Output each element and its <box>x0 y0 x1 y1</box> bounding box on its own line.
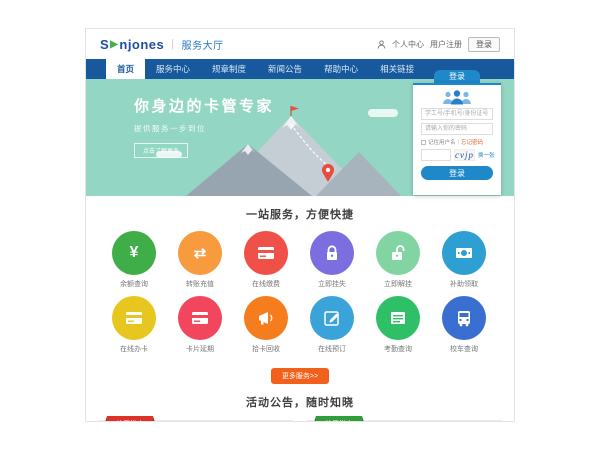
service-balance[interactable]: ¥ 余额查询 <box>101 231 167 289</box>
panel-header: 使用指南 更多>> <box>307 420 502 422</box>
logo-arrow-icon: ▶ <box>110 39 118 50</box>
password-input[interactable] <box>421 123 493 135</box>
service-label: 转账充值 <box>167 279 233 289</box>
captcha-image[interactable]: cvjp <box>454 149 475 161</box>
service-card-renewal[interactable]: 卡片延期 <box>167 296 233 354</box>
tab-usage-guide[interactable]: 使用指南 <box>316 416 362 422</box>
service-label: 卡片延期 <box>167 344 233 354</box>
guide-panel-left: 使用指南 最新公告 更多>> <box>98 420 293 422</box>
service-label: 立即挂失 <box>299 279 365 289</box>
user-icon <box>377 40 386 49</box>
guide-panel-right: 使用指南 更多>> <box>307 420 502 422</box>
hero-copy: 你身边的卡管专家 提供服务一步到位 点击了解更多 <box>134 95 274 158</box>
login-form: 记住用户名 | 忘记密码 cvjp 换一张 登录 <box>413 83 501 195</box>
topbar-links: 个人中心 用户注册 登录 <box>377 37 500 52</box>
list-icon <box>388 308 408 328</box>
logo-divider: | <box>171 38 174 50</box>
synjones-logo[interactable]: S▶njones | 服务大厅 <box>100 37 224 52</box>
top-login-button[interactable]: 登录 <box>468 37 500 52</box>
site-page: S▶njones | 服务大厅 个人中心 用户注册 登录 首页 服务中心 规章制… <box>85 28 515 422</box>
services-grid: ¥ 余额查询 ⇄ 转账充值 在线缴费 立即挂失 <box>101 231 499 361</box>
login-panel: 登录 记住用户名 | 忘记密码 cvjp 换一张 <box>413 70 501 195</box>
user-register-link[interactable]: 用户注册 <box>430 39 462 50</box>
service-unreport-loss[interactable]: 立即解挂 <box>365 231 431 289</box>
tab-usage-guide[interactable]: 使用指南 <box>107 416 153 422</box>
remember-checkbox[interactable] <box>421 140 426 145</box>
remember-label: 记住用户名 <box>428 138 456 146</box>
topbar: S▶njones | 服务大厅 个人中心 用户注册 登录 <box>86 29 514 59</box>
announcements-title: 活动公告，随时知晓 <box>86 394 514 410</box>
hero-title: 你身边的卡管专家 <box>134 95 274 116</box>
nav-item-help-center[interactable]: 帮助中心 <box>313 59 369 79</box>
login-tab[interactable]: 登录 <box>434 70 480 83</box>
service-transfer[interactable]: ⇄ 转账充值 <box>167 231 233 289</box>
login-submit-button[interactable]: 登录 <box>421 166 493 180</box>
service-attendance[interactable]: 考勤查询 <box>365 296 431 354</box>
captcha-input[interactable] <box>421 149 451 161</box>
bus-icon <box>454 308 474 328</box>
service-label: 在线办卡 <box>101 344 167 354</box>
personal-center-link[interactable]: 个人中心 <box>392 39 424 50</box>
announcements-section: 活动公告，随时知晓 使用指南 最新公告 更多>> 使用指南 更多>> <box>86 394 514 422</box>
unlock-icon <box>388 243 408 263</box>
bank-card-icon <box>190 308 210 328</box>
bank-card-icon <box>124 308 144 328</box>
nav-item-service-center[interactable]: 服务中心 <box>145 59 201 79</box>
nav-item-news[interactable]: 新闻公告 <box>257 59 313 79</box>
account-input[interactable] <box>421 108 493 120</box>
service-label: 校车查询 <box>431 344 497 354</box>
logo-text: njones <box>119 37 164 52</box>
service-label: 余额查询 <box>101 279 167 289</box>
service-apply-card[interactable]: 在线办卡 <box>101 296 167 354</box>
service-label: 在线预订 <box>299 344 365 354</box>
service-label: 立即解挂 <box>365 279 431 289</box>
hero-cta-button[interactable]: 点击了解更多 <box>134 143 188 158</box>
service-subsidy[interactable]: 补助领取 <box>431 231 497 289</box>
hero-subtitle: 提供服务一步到位 <box>134 123 274 134</box>
yen-icon: ¥ <box>130 245 139 261</box>
nav-item-regulations[interactable]: 规章制度 <box>201 59 257 79</box>
site-subtitle: 服务大厅 <box>182 37 224 52</box>
logo-text: S <box>100 37 109 52</box>
service-bus[interactable]: 校车查询 <box>431 296 497 354</box>
service-payment[interactable]: 在线缴费 <box>233 231 299 289</box>
service-label: 补助领取 <box>431 279 497 289</box>
service-label: 在线缴费 <box>233 279 299 289</box>
services-section: 一站服务，方便快捷 ¥ 余额查询 ⇄ 转账充值 在线缴费 立即挂失 <box>86 206 514 384</box>
users-group-icon <box>440 89 474 105</box>
panel-header: 使用指南 最新公告 更多>> <box>98 420 293 422</box>
remember-row: 记住用户名 | 忘记密码 <box>421 138 493 146</box>
forgot-password-link[interactable]: 忘记密码 <box>461 138 483 146</box>
transfer-icon: ⇄ <box>194 246 207 261</box>
service-card-recycle[interactable]: 拾卡回收 <box>233 296 299 354</box>
service-report-loss[interactable]: 立即挂失 <box>299 231 365 289</box>
services-title: 一站服务，方便快捷 <box>86 206 514 222</box>
service-label: 拾卡回收 <box>233 344 299 354</box>
nav-item-home[interactable]: 首页 <box>106 59 145 79</box>
captcha-row: cvjp 换一张 <box>421 149 493 161</box>
service-label: 考勤查询 <box>365 344 431 354</box>
more-services-button[interactable]: 更多服务>> <box>271 368 329 384</box>
megaphone-icon <box>256 308 276 328</box>
divider: | <box>458 139 459 145</box>
hero-banner: 你身边的卡管专家 提供服务一步到位 点击了解更多 登录 记住用户名 | 忘记密码 <box>86 79 514 196</box>
banknote-icon <box>454 243 474 263</box>
lock-icon <box>322 243 342 263</box>
edit-icon <box>322 308 342 328</box>
bank-card-icon <box>256 243 276 263</box>
announcement-panels: 使用指南 最新公告 更多>> 使用指南 更多>> <box>86 420 514 422</box>
captcha-refresh-link[interactable]: 换一张 <box>478 151 495 159</box>
service-online-booking[interactable]: 在线预订 <box>299 296 365 354</box>
